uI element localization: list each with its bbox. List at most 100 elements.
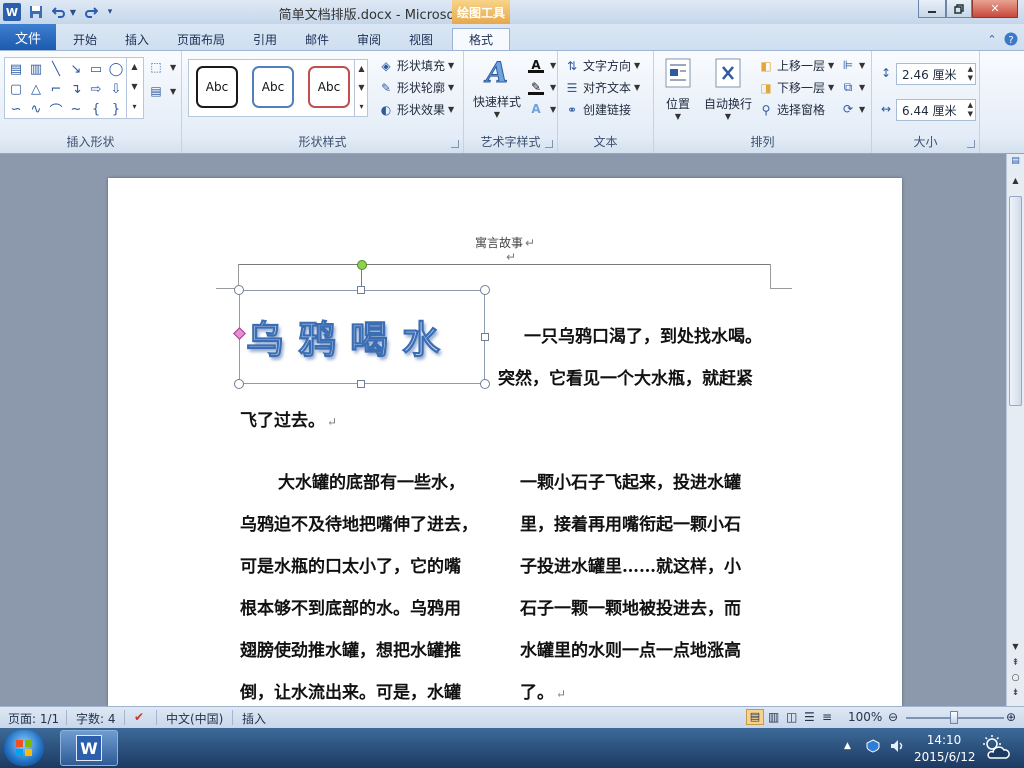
text-outline-button[interactable]: ✎ ▼ bbox=[528, 79, 556, 95]
tab-view[interactable]: 视图 bbox=[398, 28, 444, 50]
wordart-object[interactable]: 乌鸦喝水 bbox=[239, 290, 485, 384]
rounded-rectangle-shape-icon[interactable]: ▢ bbox=[7, 80, 25, 98]
shape-style-preset-2[interactable]: Abc bbox=[252, 66, 294, 108]
outline-view-icon[interactable]: ☰ bbox=[804, 710, 815, 724]
group-objects-button[interactable]: ⧉ ▼ bbox=[840, 79, 865, 95]
shape-width-input[interactable]: 6.44 厘米 ▲ ▼ bbox=[896, 99, 976, 121]
rectangle-shape-icon[interactable]: ▭ bbox=[87, 60, 105, 78]
close-button[interactable]: ✕ bbox=[972, 0, 1018, 18]
send-backward-button[interactable]: ◨ 下移一层 ▼ bbox=[758, 79, 834, 96]
right-arrow-shape-icon[interactable]: ⇨ bbox=[87, 80, 105, 98]
network-icon[interactable] bbox=[866, 739, 880, 756]
tab-review[interactable]: 审阅 bbox=[346, 28, 392, 50]
page-header[interactable]: 寓言故事 ↵ bbox=[108, 234, 902, 251]
full-screen-reading-icon[interactable]: ▥ bbox=[768, 710, 779, 724]
arc-shape-icon[interactable]: ⌒ bbox=[47, 100, 65, 119]
word-count-status[interactable]: 字数: 4 bbox=[76, 710, 116, 727]
tab-home[interactable]: 开始 bbox=[60, 28, 110, 50]
selection-pane-button[interactable]: ⚲ 选择窗格 bbox=[758, 101, 825, 118]
align-text-button[interactable]: ☰ 对齐文本 ▼ bbox=[564, 79, 641, 96]
print-layout-view-icon[interactable]: ▤ bbox=[746, 709, 764, 725]
position-button[interactable]: 位置 ▼ bbox=[656, 57, 700, 121]
previous-page-icon[interactable]: ⇞ bbox=[1009, 658, 1022, 671]
wrap-text-button[interactable]: 自动换行 ▼ bbox=[700, 57, 756, 121]
right-column-line-1[interactable]: 一颗小石子飞起来，投进水罐 bbox=[520, 468, 741, 493]
weather-gadget-icon[interactable] bbox=[980, 734, 1010, 765]
shape-styles-launcher-icon[interactable] bbox=[451, 140, 459, 148]
tab-format[interactable]: 格式 bbox=[452, 28, 510, 50]
scroll-up-icon[interactable]: ▲ bbox=[1009, 176, 1022, 189]
zoom-slider-thumb[interactable] bbox=[950, 711, 958, 724]
size-launcher-icon[interactable] bbox=[967, 140, 975, 148]
scroll-down-icon[interactable]: ▼ bbox=[1009, 642, 1022, 655]
shapes-gallery-scroll[interactable]: ▲ ▼ ▾ bbox=[126, 57, 142, 119]
ribbon-minimize-icon[interactable]: ⌃ bbox=[984, 28, 1000, 50]
width-spinner-icon[interactable]: ▲ ▼ bbox=[968, 101, 973, 119]
clock-date[interactable]: 2015/6/12 bbox=[914, 750, 976, 764]
curve-shape-icon[interactable]: ~ bbox=[67, 100, 85, 118]
rotate-button[interactable]: ⟳ ▼ bbox=[840, 101, 865, 117]
shape-outline-button[interactable]: ✎ 形状轮廓 ▼ bbox=[378, 79, 454, 96]
left-column-line-2[interactable]: 乌鸦迫不及待地把嘴伸了进去， bbox=[240, 510, 478, 535]
create-link-button[interactable]: ⚭ 创建链接 bbox=[564, 101, 631, 118]
right-column-line-6[interactable]: 了。 ↵ bbox=[520, 678, 566, 703]
freeform-shape-icon[interactable]: ∽ bbox=[7, 100, 25, 118]
language-status[interactable]: 中文(中国) bbox=[166, 710, 223, 727]
taskbar-word-button[interactable]: W bbox=[60, 730, 118, 766]
elbow-arrow-shape-icon[interactable]: ↴ bbox=[67, 80, 85, 98]
insert-mode-status[interactable]: 插入 bbox=[242, 710, 266, 727]
zoom-in-icon[interactable]: ⊕ bbox=[1006, 710, 1016, 724]
web-layout-icon[interactable]: ◫ bbox=[786, 710, 797, 724]
tab-insert[interactable]: 插入 bbox=[114, 28, 160, 50]
arrow-line-shape-icon[interactable]: ↘ bbox=[67, 60, 85, 78]
text-direction-button[interactable]: ⇅ 文字方向 ▼ bbox=[564, 57, 640, 74]
tab-mailings[interactable]: 邮件 bbox=[294, 28, 340, 50]
draw-textbox-button[interactable]: ▤ ▼ bbox=[148, 83, 176, 99]
vertical-textbox-shape-icon[interactable]: ▥ bbox=[27, 60, 45, 78]
elbow-connector-shape-icon[interactable]: ⌐ bbox=[47, 80, 65, 98]
right-column-line-3[interactable]: 子投进水罐里……就这样，小 bbox=[520, 552, 741, 577]
resize-handle-mr[interactable] bbox=[481, 333, 489, 341]
right-column-line-2[interactable]: 里，接着再用嘴衔起一颗小石 bbox=[520, 510, 741, 535]
draft-view-icon[interactable]: ≡ bbox=[822, 710, 832, 724]
tab-references[interactable]: 引用 bbox=[242, 28, 288, 50]
browse-object-icon[interactable]: ○ bbox=[1009, 673, 1022, 686]
restore-button[interactable] bbox=[946, 0, 972, 18]
oval-shape-icon[interactable]: ◯ bbox=[107, 60, 125, 78]
shape-style-preset-1[interactable]: Abc bbox=[196, 66, 238, 108]
page-count-status[interactable]: 页面: 1/1 bbox=[8, 710, 59, 727]
down-arrow-shape-icon[interactable]: ⇩ bbox=[107, 80, 125, 98]
right-brace-shape-icon[interactable]: } bbox=[107, 100, 125, 118]
left-column-line-5[interactable]: 翅膀使劲推水罐，想把水罐推 bbox=[240, 636, 461, 661]
left-column-line-4[interactable]: 根本够不到底部的水。乌鸦用 bbox=[240, 594, 461, 619]
textbox-shape-icon[interactable]: ▤ bbox=[7, 60, 25, 78]
left-column-line-1[interactable]: 大水罐的底部有一些水， bbox=[278, 468, 465, 493]
vertical-scrollbar[interactable]: ▤ ▲ ▼ ⇞ ○ ⇟ bbox=[1006, 154, 1024, 706]
text-effects-button[interactable]: A ▼ bbox=[528, 101, 556, 117]
quick-styles-button[interactable]: A 快速样式 ▼ bbox=[468, 55, 526, 119]
zoom-out-icon[interactable]: ⊖ bbox=[888, 710, 898, 724]
zoom-level[interactable]: 100% bbox=[848, 710, 882, 724]
shape-effects-button[interactable]: ◐ 形状效果 ▼ bbox=[378, 101, 454, 118]
help-icon[interactable]: ? bbox=[1002, 28, 1020, 50]
edit-shape-button[interactable]: ⬚ ▼ bbox=[148, 59, 176, 75]
curve-connector-shape-icon[interactable]: ∿ bbox=[27, 100, 45, 118]
shape-style-preset-3[interactable]: Abc bbox=[308, 66, 350, 108]
paragraph-1-line-3[interactable]: 飞了过去。 ↵ bbox=[240, 406, 337, 431]
height-spinner-icon[interactable]: ▲ ▼ bbox=[968, 65, 973, 83]
right-column-line-4[interactable]: 石子一颗一颗地被投进去，而 bbox=[520, 594, 741, 619]
left-column-line-3[interactable]: 可是水瓶的口太小了，它的嘴 bbox=[240, 552, 461, 577]
shape-fill-button[interactable]: ◈ 形状填充 ▼ bbox=[378, 57, 454, 74]
paragraph-1-line-2[interactable]: 突然，它看见一个大水瓶，就赶紧 bbox=[498, 364, 753, 389]
show-hidden-icons-icon[interactable]: ▲ bbox=[844, 741, 851, 751]
tab-file[interactable]: 文件 bbox=[0, 24, 56, 50]
shape-height-input[interactable]: 2.46 厘米 ▲ ▼ bbox=[896, 63, 976, 85]
triangle-shape-icon[interactable]: △ bbox=[27, 80, 45, 98]
left-column-line-6[interactable]: 倒，让水流出来。可是，水罐 bbox=[240, 678, 461, 703]
wordart-launcher-icon[interactable] bbox=[545, 140, 553, 148]
align-button[interactable]: ⊫ ▼ bbox=[840, 57, 865, 73]
start-button[interactable] bbox=[4, 730, 44, 766]
ruler-toggle-icon[interactable]: ▤ bbox=[1009, 156, 1022, 169]
minimize-button[interactable] bbox=[918, 0, 946, 18]
next-page-icon[interactable]: ⇟ bbox=[1009, 688, 1022, 701]
